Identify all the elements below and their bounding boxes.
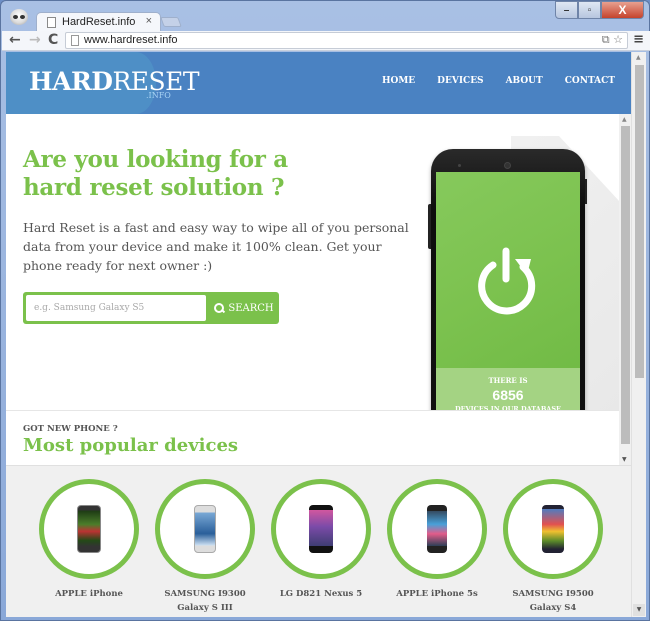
- device-image: [427, 505, 447, 553]
- nav-home[interactable]: HOME: [382, 76, 415, 86]
- phone-power-button: [585, 179, 587, 204]
- nav-devices[interactable]: DEVICES: [437, 76, 483, 86]
- reload-icon[interactable]: C: [48, 32, 58, 48]
- device-name[interactable]: SAMSUNG I9300 Galaxy S III: [150, 587, 260, 615]
- nav-about[interactable]: ABOUT: [506, 76, 543, 86]
- device-card[interactable]: APPLE iPhone: [34, 479, 144, 601]
- hamburger-menu-icon[interactable]: ≡: [633, 32, 644, 47]
- search-form: SEARCH: [23, 292, 279, 324]
- new-tab-button[interactable]: [160, 17, 182, 27]
- device-image: [194, 505, 216, 553]
- window-controls: – ▫ X: [555, 1, 644, 19]
- alien-app-icon: [10, 9, 28, 25]
- popular-header: GOT NEW PHONE ? Most popular devices: [6, 410, 619, 465]
- search-icon: [214, 303, 225, 313]
- hero-title: Are you looking for a hard reset solutio…: [23, 146, 288, 201]
- device-name[interactable]: LG D821 Nexus 5: [266, 587, 376, 601]
- hero-description: Hard Reset is a fast and easy way to wip…: [23, 220, 409, 273]
- browser-tab[interactable]: HardReset.info ×: [36, 12, 161, 32]
- popular-kicker: GOT NEW PHONE ?: [23, 424, 118, 434]
- scroll-down-arrow-icon[interactable]: ▼: [633, 604, 645, 616]
- device-ring[interactable]: [155, 479, 255, 579]
- counter-label-top: THERE IS: [488, 376, 528, 385]
- page-scrollbar[interactable]: ▲ ▼: [631, 52, 646, 617]
- search-input[interactable]: [26, 295, 206, 321]
- device-card[interactable]: SAMSUNG I9300 Galaxy S III: [150, 479, 260, 615]
- device-card[interactable]: APPLE iPhone 5s: [382, 479, 492, 601]
- forward-arrow-icon[interactable]: →: [29, 32, 41, 48]
- device-name[interactable]: SAMSUNG I9500 Galaxy S4: [498, 587, 608, 615]
- page-icon: [71, 35, 79, 46]
- popular-devices-list: APPLE iPhone SAMSUNG I9300 Galaxy S III …: [6, 465, 646, 617]
- maximize-button[interactable]: ▫: [578, 1, 601, 19]
- device-ring[interactable]: [271, 479, 371, 579]
- phone-screen: THERE IS 6856 DEVICES IN OUR DATABASE: [436, 172, 580, 422]
- back-arrow-icon[interactable]: ←: [9, 32, 21, 48]
- minimize-button[interactable]: –: [555, 1, 578, 19]
- tab-title: HardReset.info: [62, 16, 136, 28]
- device-card[interactable]: SAMSUNG I9500 Galaxy S4: [498, 479, 608, 615]
- site-header: HARDRESET .INFO HOME DEVICES ABOUT CONTA…: [6, 52, 631, 114]
- search-button-label: SEARCH: [228, 302, 274, 314]
- address-bar[interactable]: www.hardreset.info ⧉ ☆: [65, 32, 628, 49]
- device-name[interactable]: APPLE iPhone 5s: [382, 587, 492, 601]
- scroll-down-arrow-icon[interactable]: ▼: [622, 456, 627, 463]
- close-button[interactable]: X: [601, 1, 644, 19]
- tab-close-icon[interactable]: ×: [146, 15, 152, 27]
- title-bar: HardReset.info × – ▫ X: [1, 1, 649, 32]
- device-ring[interactable]: [503, 479, 603, 579]
- browser-toolbar: ← → C www.hardreset.info ⧉ ☆ ≡: [2, 31, 650, 51]
- inner-scrollbar[interactable]: ▲ ▼: [619, 114, 631, 465]
- page-scroll-thumb[interactable]: [635, 65, 644, 378]
- phone-volume-button: [428, 204, 431, 249]
- device-ring[interactable]: [39, 479, 139, 579]
- url-text[interactable]: www.hardreset.info: [84, 34, 178, 46]
- device-card[interactable]: LG D821 Nexus 5: [266, 479, 376, 601]
- page-icon: [47, 17, 56, 28]
- phone-illustration: THERE IS 6856 DEVICES IN OUR DATABASE: [428, 149, 587, 451]
- popular-title: Most popular devices: [23, 435, 239, 456]
- device-image: [309, 505, 333, 553]
- scroll-up-arrow-icon[interactable]: ▲: [636, 54, 641, 61]
- page-viewport: HARDRESET .INFO HOME DEVICES ABOUT CONTA…: [6, 52, 646, 617]
- device-name[interactable]: APPLE iPhone: [34, 587, 144, 601]
- power-reset-icon: [478, 247, 536, 315]
- device-image: [77, 505, 101, 553]
- site-logo[interactable]: HARDRESET: [29, 67, 200, 96]
- device-image: [542, 505, 564, 553]
- bookmark-star-icon[interactable]: ⧉ ☆: [602, 33, 623, 47]
- main-nav: HOME DEVICES ABOUT CONTACT: [382, 76, 615, 86]
- logo-suffix: .INFO: [146, 91, 171, 100]
- search-button[interactable]: SEARCH: [209, 292, 279, 324]
- counter-value: 6856: [492, 387, 524, 403]
- logo-bold: HARD: [29, 67, 113, 96]
- device-ring[interactable]: [387, 479, 487, 579]
- phone-sensor: [458, 164, 461, 167]
- nav-contact[interactable]: CONTACT: [565, 76, 615, 86]
- scroll-up-arrow-icon[interactable]: ▲: [622, 116, 627, 123]
- phone-camera: [504, 162, 511, 169]
- browser-window: HardReset.info × – ▫ X ← → C www.hardres…: [0, 0, 650, 621]
- inner-scroll-thumb[interactable]: [621, 126, 630, 444]
